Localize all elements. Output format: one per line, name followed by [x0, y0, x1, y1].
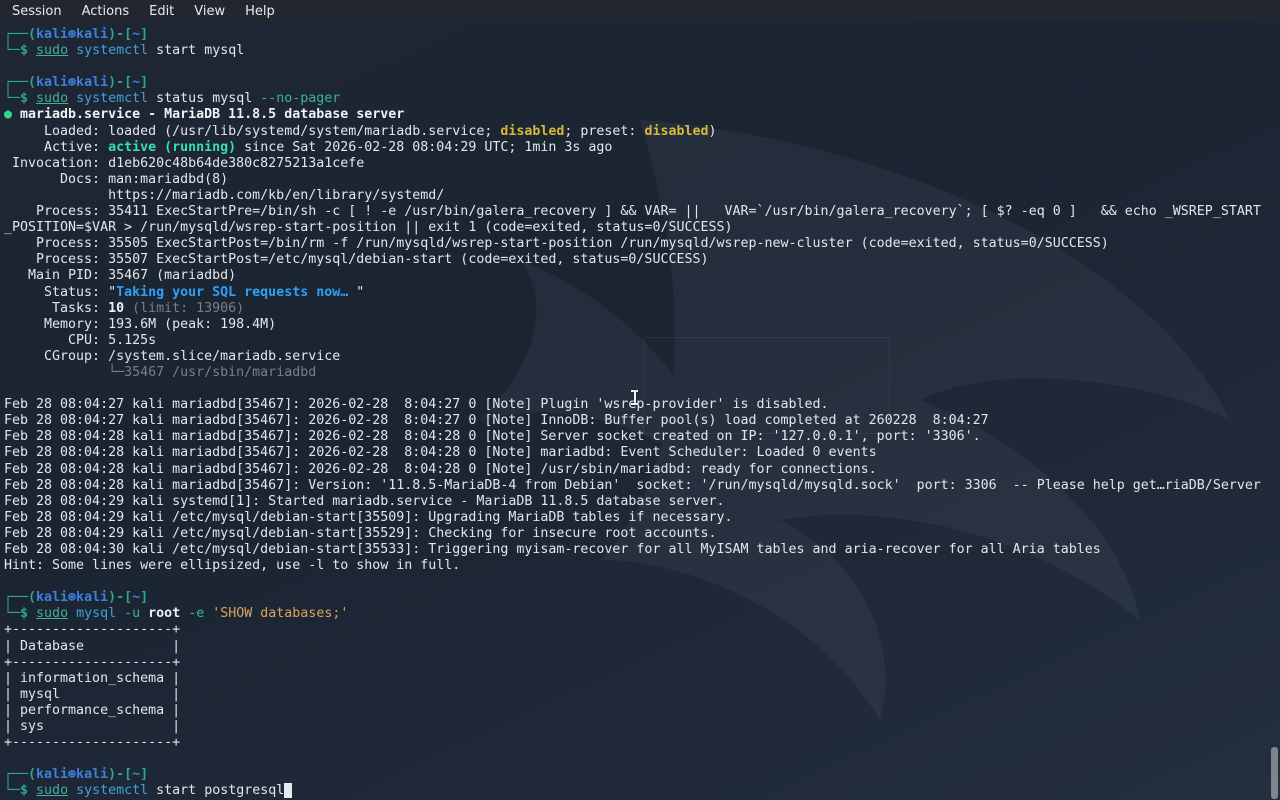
- terminal-line: └─$ sudo systemctl status mysql --no-pag…: [4, 91, 1280, 107]
- terminal-window: Session Actions Edit View Help ┌──(kali⊛…: [0, 0, 1280, 800]
- terminal-line: Feb 28 08:04:27 kali mariadbd[35467]: 20…: [4, 413, 1280, 429]
- terminal-line: | information_schema |: [4, 671, 1280, 687]
- terminal-line: +--------------------+: [4, 655, 1280, 671]
- terminal-line: Docs: man:mariadbd(8): [4, 172, 1280, 188]
- terminal-line: CPU: 5.125s: [4, 333, 1280, 349]
- terminal-line: Feb 28 08:04:30 kali /etc/mysql/debian-s…: [4, 542, 1280, 558]
- terminal-line: Invocation: d1eb620c48b64de380c8275213a1…: [4, 156, 1280, 172]
- menu-edit[interactable]: Edit: [141, 2, 182, 21]
- terminal-line: ┌──(kali⊛kali)-[~]: [4, 767, 1280, 783]
- terminal-line: Feb 28 08:04:28 kali mariadbd[35467]: 20…: [4, 462, 1280, 478]
- terminal-line: https://mariadb.com/kb/en/library/system…: [4, 188, 1280, 204]
- terminal-line: ┌──(kali⊛kali)-[~]: [4, 590, 1280, 606]
- menu-actions[interactable]: Actions: [74, 2, 138, 21]
- terminal-line: [4, 574, 1280, 590]
- terminal-line: ┌──(kali⊛kali)-[~]: [4, 27, 1280, 43]
- terminal-line: ● mariadb.service - MariaDB 11.8.5 datab…: [4, 107, 1280, 123]
- terminal-line: Feb 28 08:04:29 kali /etc/mysql/debian-s…: [4, 526, 1280, 542]
- menu-help[interactable]: Help: [237, 2, 283, 21]
- terminal-line: Main PID: 35467 (mariadbd): [4, 268, 1280, 284]
- terminal-output[interactable]: ┌──(kali⊛kali)-[~]└─$ sudo systemctl sta…: [0, 22, 1280, 800]
- terminal-line: Feb 28 08:04:28 kali mariadbd[35467]: Ve…: [4, 478, 1280, 494]
- terminal-line: Feb 28 08:04:28 kali mariadbd[35467]: 20…: [4, 445, 1280, 461]
- terminal-line: | mysql |: [4, 687, 1280, 703]
- terminal-line: Process: 35411 ExecStartPre=/bin/sh -c […: [4, 204, 1280, 220]
- terminal-line: [4, 751, 1280, 767]
- terminal-line: [4, 59, 1280, 75]
- terminal-line: +--------------------+: [4, 735, 1280, 751]
- terminal-line: └─$ sudo systemctl start postgresql: [4, 783, 1280, 799]
- terminal-line: CGroup: /system.slice/mariadb.service: [4, 349, 1280, 365]
- terminal-line: Active: active (running) since Sat 2026-…: [4, 140, 1280, 156]
- terminal-line: | performance_schema |: [4, 703, 1280, 719]
- terminal-line: Status: "Taking your SQL requests now… ": [4, 285, 1280, 301]
- terminal-line: └─$ sudo mysql -u root -e 'SHOW database…: [4, 606, 1280, 622]
- scrollbar-thumb[interactable]: [1271, 747, 1278, 799]
- terminal-line: Process: 35505 ExecStartPost=/bin/rm -f …: [4, 236, 1280, 252]
- terminal-line: Loaded: loaded (/usr/lib/systemd/system/…: [4, 124, 1280, 140]
- terminal-line: ┌──(kali⊛kali)-[~]: [4, 75, 1280, 91]
- terminal-line: Hint: Some lines were ellipsized, use -l…: [4, 558, 1280, 574]
- terminal-line: Memory: 193.6M (peak: 198.4M): [4, 317, 1280, 333]
- terminal-line: | sys |: [4, 719, 1280, 735]
- menu-view[interactable]: View: [186, 2, 233, 21]
- terminal-line: Feb 28 08:04:29 kali /etc/mysql/debian-s…: [4, 510, 1280, 526]
- terminal-line: +--------------------+: [4, 622, 1280, 638]
- terminal-line: └─35467 /usr/sbin/mariadbd: [4, 365, 1280, 381]
- terminal-line: Feb 28 08:04:29 kali systemd[1]: Started…: [4, 494, 1280, 510]
- terminal-line: _POSITION=$VAR > /run/mysqld/wsrep-start…: [4, 220, 1280, 236]
- terminal-line: | Database |: [4, 639, 1280, 655]
- terminal-line: └─$ sudo systemctl start mysql: [4, 43, 1280, 59]
- terminal-line: Feb 28 08:04:28 kali mariadbd[35467]: 20…: [4, 429, 1280, 445]
- text-cursor-block: [284, 783, 292, 798]
- terminal-line: Process: 35507 ExecStartPost=/etc/mysql/…: [4, 252, 1280, 268]
- terminal-line: [4, 381, 1280, 397]
- menu-session[interactable]: Session: [4, 2, 70, 21]
- menu-bar: Session Actions Edit View Help: [0, 0, 1280, 22]
- terminal-line: Tasks: 10 (limit: 13906): [4, 301, 1280, 317]
- terminal-line: Feb 28 08:04:27 kali mariadbd[35467]: 20…: [4, 397, 1280, 413]
